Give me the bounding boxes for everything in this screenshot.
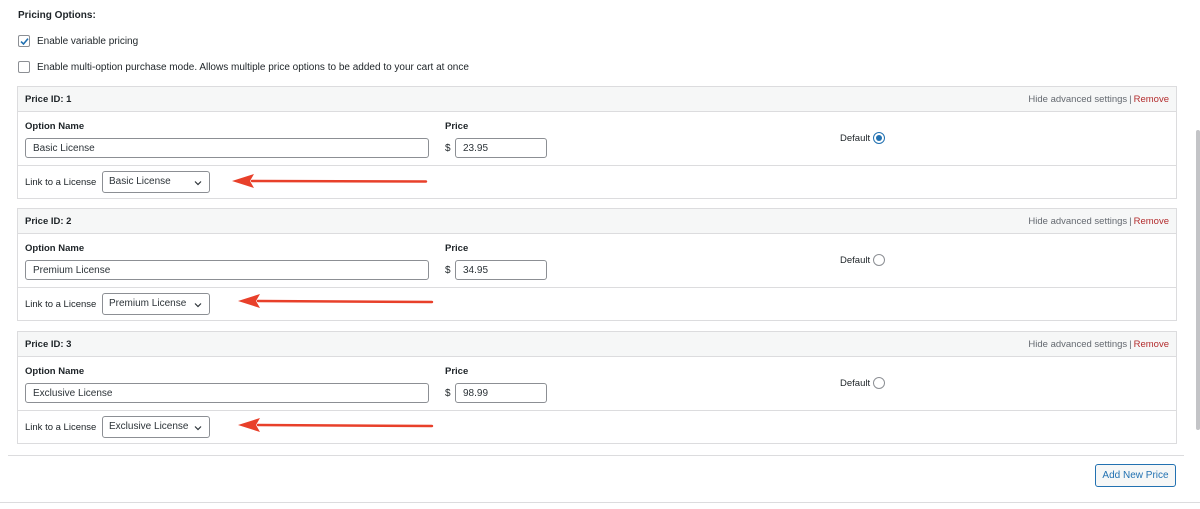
license-select[interactable]: Basic License [102,171,210,193]
license-select-value: Exclusive License [109,421,189,432]
variable-pricing-label: Enable variable pricing [37,35,139,47]
option-name-input[interactable]: Exclusive License [25,383,429,403]
price-box-header: Price ID: 2 Hide advanced settings | Remov… [18,209,1176,234]
currency-symbol: $ [445,143,451,154]
price-box-header: Price ID: 3 Hide advanced settings | Remov… [18,332,1176,357]
default-label: Default [840,254,871,266]
add-new-price-button[interactable]: Add New Price [1095,464,1176,487]
price-input[interactable]: 34.95 [455,260,547,280]
currency-symbol: $ [445,265,451,276]
price-box-footer: Link to a License Premium License [18,288,1176,320]
price-actions: Hide advanced settings | Remove [1028,339,1169,350]
multi-option-option[interactable]: Enable multi-option purchase mode. Allow… [18,61,469,73]
price-box-2: Price ID: 2 Hide advanced settings | Remov… [17,208,1177,321]
price-id-title: Price ID: 2 [25,216,72,227]
price-box-main: Option Name Premium License Price $ 34.9… [18,234,1176,288]
default-option[interactable]: Default [840,132,886,144]
price-input[interactable]: 98.99 [455,383,547,403]
option-name-label: Option Name [25,366,85,377]
bottom-border [0,502,1200,503]
price-label: Price [445,366,469,377]
default-radio[interactable] [873,132,886,144]
option-name-input[interactable]: Basic License [25,138,429,158]
price-box-header: Price ID: 1 Hide advanced settings | Remov… [18,87,1176,112]
arrow-annotation-icon [238,294,434,308]
hide-advanced-link[interactable]: Hide advanced settings [1028,94,1127,105]
price-box-footer: Link to a License Basic License [18,166,1176,198]
link-license-label: Link to a License [25,177,97,188]
arrow-annotation-icon [238,418,434,432]
section-divider [8,455,1184,456]
multi-option-checkbox[interactable] [18,61,30,73]
chevron-down-icon [194,303,202,308]
chevron-down-icon [194,426,202,431]
price-label: Price [445,243,469,254]
price-id-title: Price ID: 3 [25,339,72,350]
default-label: Default [840,377,871,389]
hide-advanced-link[interactable]: Hide advanced settings [1028,216,1127,227]
hide-advanced-link[interactable]: Hide advanced settings [1028,339,1127,350]
price-id-title: Price ID: 1 [25,94,72,105]
price-box-footer: Link to a License Exclusive License [18,411,1176,443]
license-select[interactable]: Premium License [102,293,210,315]
arrow-annotation-icon [232,174,428,188]
license-select-value: Premium License [109,298,187,309]
link-license-label: Link to a License [25,422,97,433]
price-box-3: Price ID: 3 Hide advanced settings | Remov… [17,331,1177,444]
default-option[interactable]: Default [840,377,886,389]
pricing-options-heading: Pricing Options: [18,10,96,21]
default-option[interactable]: Default [840,254,886,266]
option-name-label: Option Name [25,121,85,132]
default-radio[interactable] [873,377,886,389]
separator: | [1129,339,1132,350]
price-input[interactable]: 23.95 [455,138,547,158]
multi-option-label: Enable multi-option purchase mode. Allow… [37,61,469,73]
price-box-main: Option Name Basic License Price $ 23.95 … [18,112,1176,166]
radio-dot [876,135,883,141]
default-radio[interactable] [873,254,886,266]
price-box-1: Price ID: 1 Hide advanced settings | Remov… [17,86,1177,199]
chevron-down-icon [194,181,202,186]
separator: | [1129,94,1132,105]
option-name-label: Option Name [25,243,85,254]
price-label: Price [445,121,469,132]
currency-symbol: $ [445,388,451,399]
price-actions: Hide advanced settings | Remove [1028,216,1169,227]
price-actions: Hide advanced settings | Remove [1028,94,1169,105]
license-select[interactable]: Exclusive License [102,416,210,438]
remove-link[interactable]: Remove [1134,339,1169,350]
variable-pricing-checkbox[interactable] [18,35,30,47]
license-select-value: Basic License [109,176,171,187]
separator: | [1129,216,1132,227]
default-label: Default [840,132,871,144]
link-license-label: Link to a License [25,299,97,310]
remove-link[interactable]: Remove [1134,94,1169,105]
variable-pricing-option[interactable]: Enable variable pricing [18,35,138,47]
checkmark-icon [19,37,29,45]
option-name-input[interactable]: Premium License [25,260,429,280]
scrollbar[interactable] [1196,130,1200,430]
remove-link[interactable]: Remove [1134,216,1169,227]
price-box-main: Option Name Exclusive License Price $ 98… [18,357,1176,411]
